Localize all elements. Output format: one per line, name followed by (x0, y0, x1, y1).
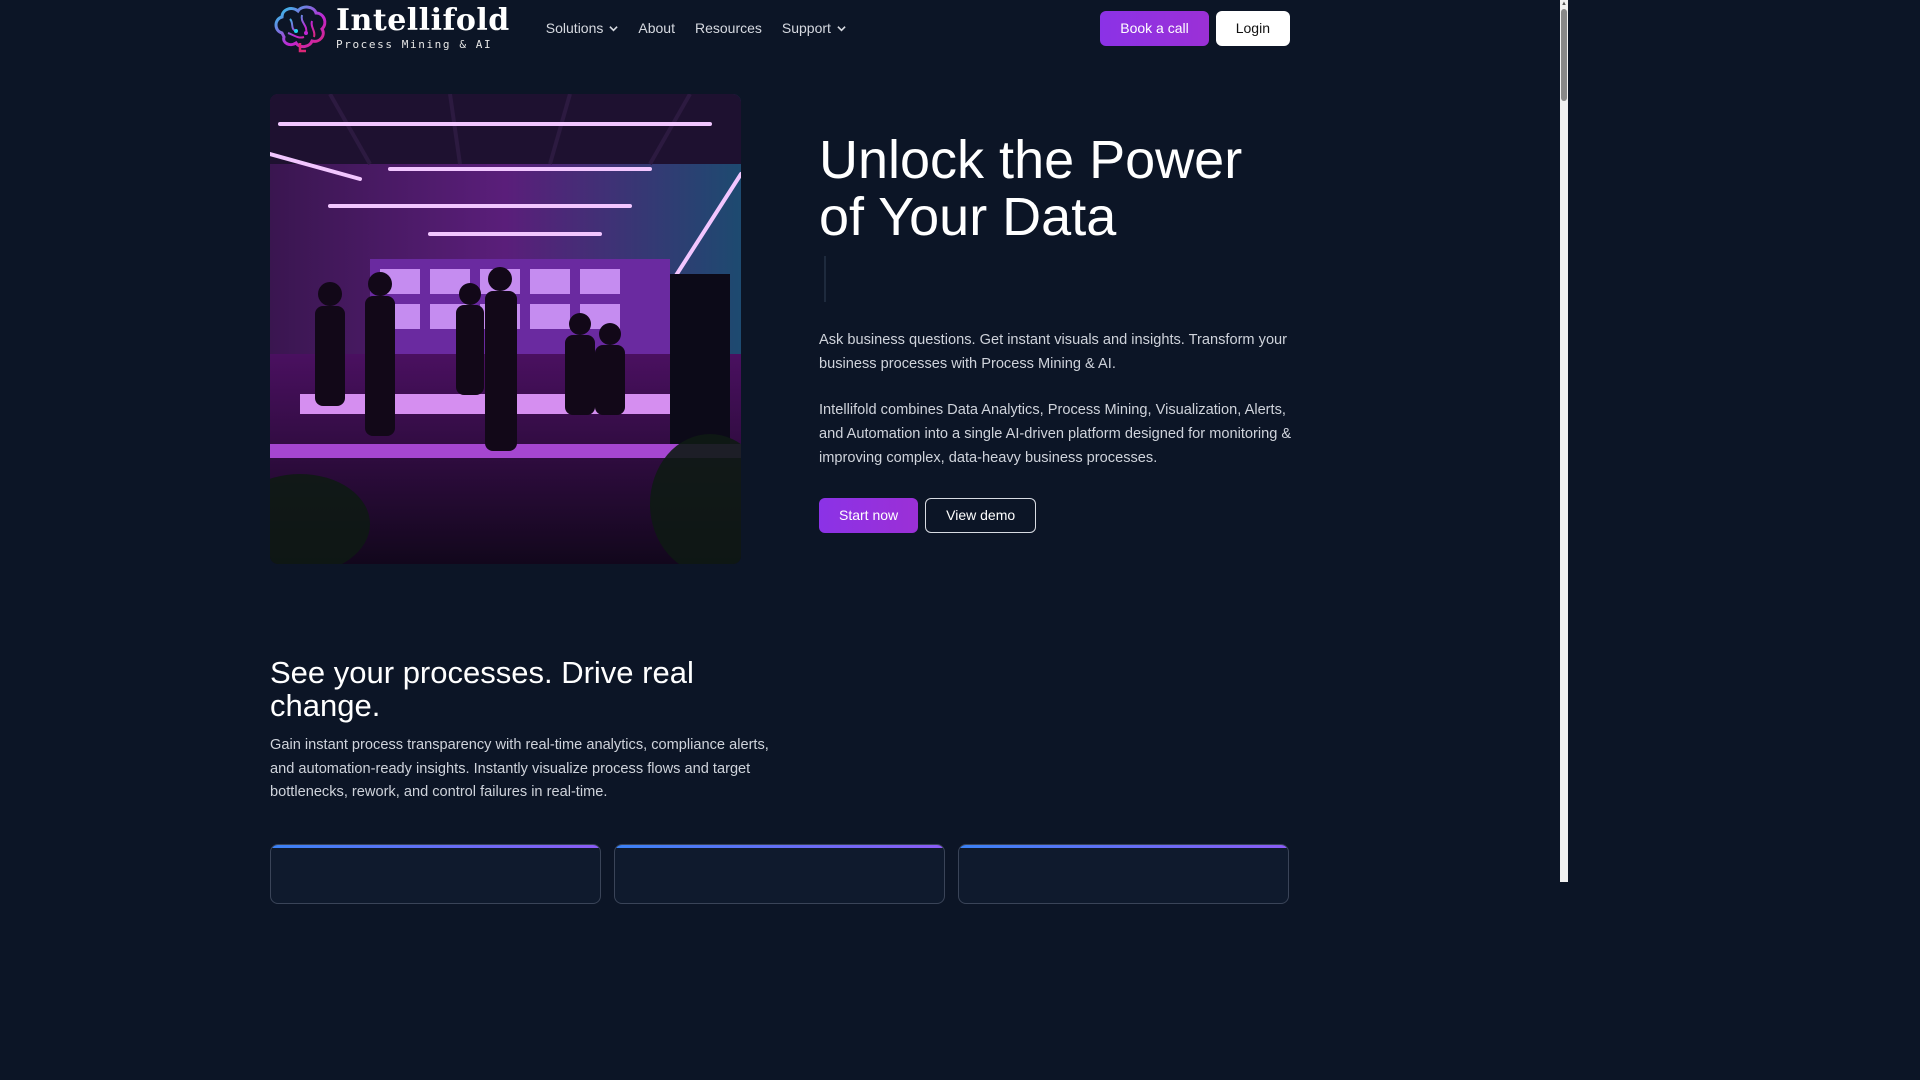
feature-card[interactable] (270, 844, 601, 904)
feature-card[interactable] (958, 844, 1289, 904)
section-title: See your processes. Drive real change. (270, 655, 694, 723)
nav-solutions[interactable]: Solutions (546, 20, 619, 36)
hero-title-line2: of Your Data (819, 187, 1117, 247)
chevron-down-icon (609, 25, 619, 31)
brand-tagline: Process Mining & AI (336, 38, 493, 51)
view-demo-button[interactable]: View demo (925, 497, 1037, 533)
main-nav: Solutions About Resources Support (546, 20, 846, 36)
scroll-up-arrow-icon[interactable]: ▲ (1560, 0, 1568, 8)
nav-about[interactable]: About (638, 20, 675, 36)
nav-support[interactable]: Support (782, 20, 846, 36)
logo[interactable]: Intellifold Process Mining & AI (270, 3, 510, 53)
page-scrollbar[interactable]: ▲ (1560, 0, 1568, 882)
nav-label: Support (781, 20, 831, 36)
section-paragraph: Gain instant process transparency with r… (270, 737, 769, 801)
hero-title-line1: Unlock the Power (819, 130, 1243, 190)
hero-paragraph-1: Ask business questions. Get instant visu… (819, 332, 1288, 372)
hero-content: Unlock the Power of Your Data Ask busine… (819, 132, 1294, 533)
site-header: Intellifold Process Mining & AI Solution… (270, 0, 1290, 56)
chevron-down-icon (837, 25, 846, 31)
start-now-button[interactable]: Start now (819, 497, 919, 533)
hero-paragraph-2: Intellifold combines Data Analytics, Pro… (819, 402, 1292, 466)
brand-name: Intellifold (336, 3, 510, 38)
hero-title: Unlock the Power of Your Data (819, 132, 1294, 246)
nav-label: Resources (694, 20, 762, 36)
scroll-thumb[interactable] (1561, 9, 1567, 101)
nav-resources[interactable]: Resources (695, 20, 762, 36)
nav-label: About (638, 20, 675, 36)
feature-card[interactable] (614, 844, 945, 904)
typing-caret (824, 256, 826, 302)
login-button[interactable]: Login (1215, 10, 1290, 46)
book-call-button[interactable]: Book a call (1100, 10, 1209, 46)
nav-label: Solutions (545, 20, 604, 36)
brain-logo-icon (274, 5, 327, 53)
hero-image (270, 94, 741, 564)
